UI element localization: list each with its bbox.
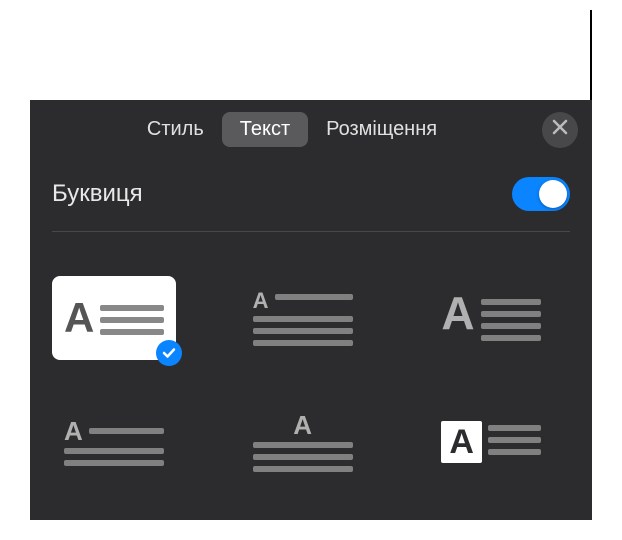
tab-text[interactable]: Текст — [222, 112, 308, 147]
dropcap-section: Буквиця — [30, 159, 592, 242]
toggle-knob — [539, 180, 567, 208]
tab-bar: Стиль Текст Розміщення — [30, 100, 592, 159]
letter-a-boxed-icon: A — [441, 421, 482, 463]
dropcap-title: Буквиця — [52, 180, 143, 208]
close-icon — [552, 119, 568, 140]
letter-a-icon: A — [64, 418, 83, 444]
dropcap-style-4[interactable]: A — [52, 400, 176, 484]
selected-check-icon — [156, 340, 182, 366]
dropcap-header: Буквиця — [52, 177, 570, 232]
dropcap-styles-grid: A A A — [30, 242, 592, 484]
letter-a-icon: A — [64, 301, 94, 335]
letter-a-icon: A — [253, 290, 269, 312]
dropcap-style-1[interactable]: A — [52, 276, 176, 360]
dropcap-style-5[interactable]: A — [241, 400, 365, 484]
tab-group: Стиль Текст Розміщення — [129, 112, 455, 147]
tab-style[interactable]: Стиль — [129, 112, 222, 147]
dropcap-toggle[interactable] — [512, 177, 570, 211]
format-panel: Стиль Текст Розміщення Буквиця A — [30, 100, 592, 520]
tab-placement[interactable]: Розміщення — [308, 112, 455, 147]
dropcap-style-6[interactable]: A — [429, 400, 553, 484]
letter-a-icon: A — [293, 412, 312, 438]
dropcap-style-3[interactable]: A — [429, 276, 553, 360]
close-button[interactable] — [542, 112, 578, 148]
letter-a-icon: A — [441, 295, 474, 332]
dropcap-style-2[interactable]: A — [241, 276, 365, 360]
